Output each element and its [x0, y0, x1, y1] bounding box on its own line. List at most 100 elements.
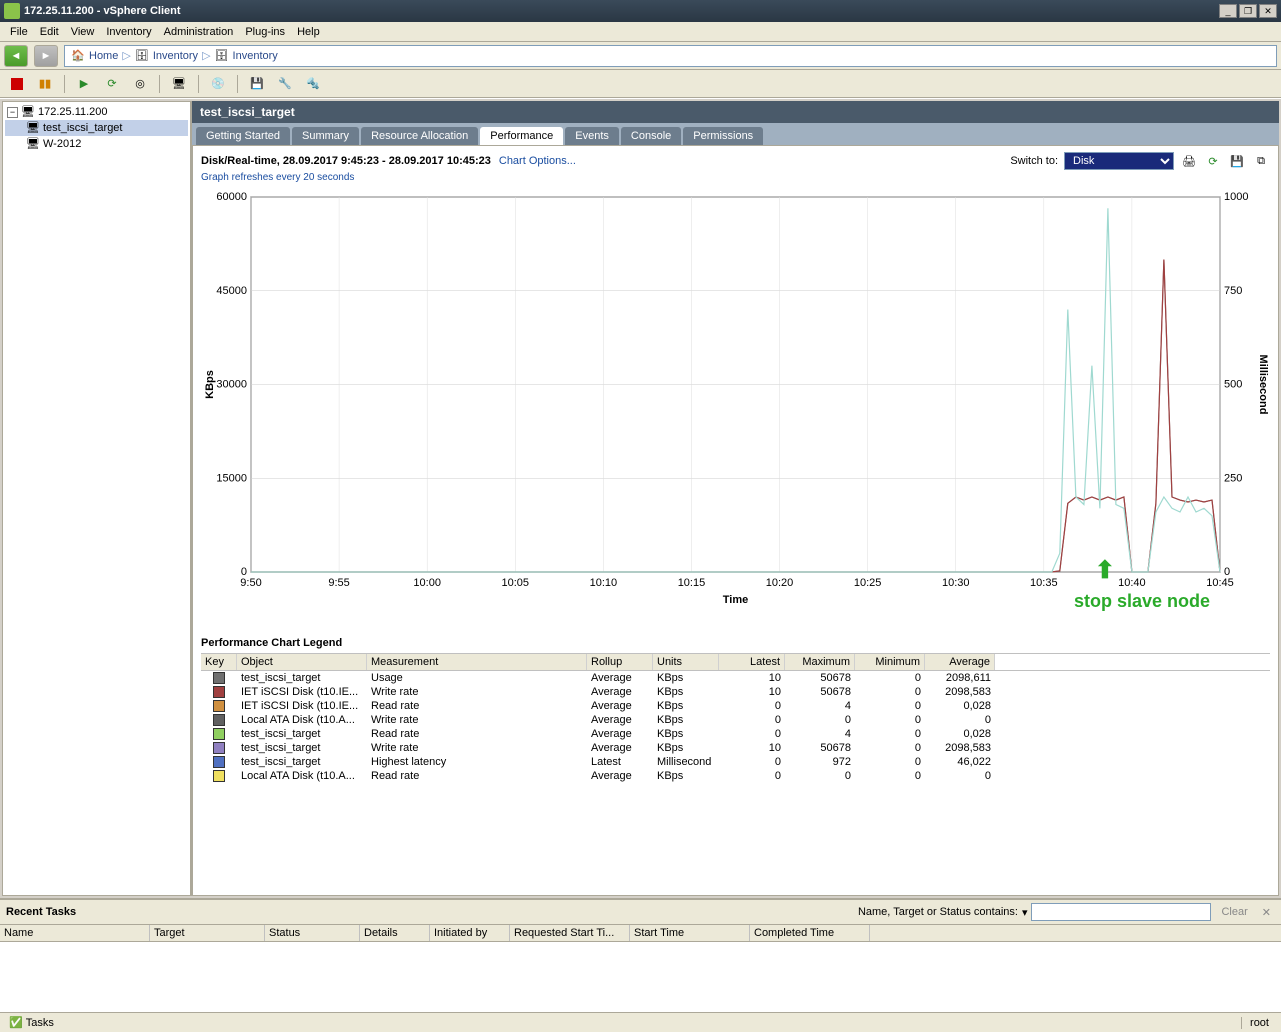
key-swatch: [213, 714, 225, 726]
svg-text:1000: 1000: [1224, 191, 1248, 203]
legend-row[interactable]: Local ATA Disk (t10.A... Write rate Aver…: [201, 713, 1270, 727]
svg-text:10:05: 10:05: [502, 577, 530, 589]
legend-max: 4: [785, 699, 855, 713]
tasks-close-icon[interactable]: ✕: [1258, 906, 1275, 919]
legend-col-units[interactable]: Units: [653, 654, 719, 670]
performance-chart: 015000300004500060000025050075010009:509…: [201, 187, 1270, 607]
tasks-col-name[interactable]: Name: [0, 925, 150, 941]
snapshot-button[interactable]: ◎: [129, 73, 151, 95]
tasks-filter-label: Name, Target or Status contains:: [858, 906, 1018, 918]
tab-events[interactable]: Events: [565, 127, 619, 145]
tools-button[interactable]: 🔧: [274, 73, 296, 95]
tasks-col-details[interactable]: Details: [360, 925, 430, 941]
titlebar: 172.25.11.200 - vSphere Client _ ❐ ✕: [0, 0, 1281, 22]
breadcrumb-inventory-1[interactable]: Inventory: [153, 50, 198, 62]
connect-floppy-button[interactable]: 💾: [246, 73, 268, 95]
legend-row[interactable]: test_iscsi_target Highest latency Latest…: [201, 755, 1270, 769]
tab-summary[interactable]: Summary: [292, 127, 359, 145]
legend-col-minimum[interactable]: Minimum: [855, 654, 925, 670]
tools2-button[interactable]: 🔩: [302, 73, 324, 95]
tab-console[interactable]: Console: [621, 127, 681, 145]
legend-col-measurement[interactable]: Measurement: [367, 654, 587, 670]
legend-measure: Write rate: [367, 741, 587, 755]
tab-permissions[interactable]: Permissions: [683, 127, 763, 145]
menu-view[interactable]: View: [65, 24, 101, 40]
tasks-filter-input[interactable]: [1031, 903, 1211, 921]
legend-row[interactable]: IET iSCSI Disk (t10.IE... Read rate Aver…: [201, 699, 1270, 713]
legend-col-average[interactable]: Average: [925, 654, 995, 670]
refresh-note: Graph refreshes every 20 seconds: [201, 172, 1270, 183]
menu-inventory[interactable]: Inventory: [100, 24, 157, 40]
tab-getting-started[interactable]: Getting Started: [196, 127, 290, 145]
tasks-col-status[interactable]: Status: [265, 925, 360, 941]
pause-button[interactable]: ▮▮: [34, 73, 56, 95]
tree-root-label: 172.25.11.200: [38, 106, 108, 118]
tab-resource-allocation[interactable]: Resource Allocation: [361, 127, 478, 145]
menu-file[interactable]: File: [4, 24, 34, 40]
menu-plugins[interactable]: Plug-ins: [239, 24, 291, 40]
menu-administration[interactable]: Administration: [158, 24, 240, 40]
tree-root[interactable]: − 🖥 172.25.11.200: [5, 104, 188, 120]
legend-row[interactable]: test_iscsi_target Write rate Average KBp…: [201, 741, 1270, 755]
legend-row[interactable]: IET iSCSI Disk (t10.IE... Write rate Ave…: [201, 685, 1270, 699]
legend-col-key[interactable]: Key: [201, 654, 237, 670]
chevron-right-icon: ▷: [122, 49, 130, 62]
menu-help[interactable]: Help: [291, 24, 326, 40]
legend-measure: Write rate: [367, 713, 587, 727]
tree-item-test-iscsi[interactable]: 🖥 test_iscsi_target: [5, 120, 188, 136]
nav-back-button[interactable]: ◄: [4, 45, 28, 67]
legend-title: Performance Chart Legend: [201, 637, 1270, 649]
restore-button[interactable]: ❐: [1239, 4, 1257, 18]
tree-item-w2012[interactable]: 🖥 W-2012: [5, 136, 188, 152]
connect-cd-button[interactable]: 💿: [207, 73, 229, 95]
legend-row[interactable]: test_iscsi_target Usage Average KBps 10 …: [201, 671, 1270, 685]
svg-text:10:15: 10:15: [678, 577, 706, 589]
vm-icon: 🖥: [26, 137, 40, 151]
refresh-icon[interactable]: ⟳: [1204, 152, 1222, 170]
status-tasks-link[interactable]: ✅ Tasks: [4, 1014, 59, 1031]
legend-min: 0: [855, 671, 925, 685]
close-button[interactable]: ✕: [1259, 4, 1277, 18]
legend-col-rollup[interactable]: Rollup: [587, 654, 653, 670]
save-icon[interactable]: 💾: [1228, 152, 1246, 170]
key-swatch: [213, 728, 225, 740]
tasks-col-target[interactable]: Target: [150, 925, 265, 941]
tasks-col-completed[interactable]: Completed Time: [750, 925, 870, 941]
play-button[interactable]: ▶: [73, 73, 95, 95]
legend-row[interactable]: Local ATA Disk (t10.A... Read rate Avera…: [201, 769, 1270, 783]
content-title: test_iscsi_target: [192, 101, 1279, 123]
popout-icon[interactable]: ⧉: [1252, 152, 1270, 170]
menubar: File Edit View Inventory Administration …: [0, 22, 1281, 42]
breadcrumb-home[interactable]: Home: [89, 50, 118, 62]
legend-row[interactable]: test_iscsi_target Read rate Average KBps…: [201, 727, 1270, 741]
svg-text:9:55: 9:55: [328, 577, 349, 589]
refresh-button[interactable]: ⟳: [101, 73, 123, 95]
nav-forward-button[interactable]: ►: [34, 45, 58, 67]
annotation-text: stop slave node: [1074, 591, 1210, 612]
svg-text:250: 250: [1224, 472, 1242, 484]
legend-rollup: Average: [587, 769, 653, 783]
legend-col-object[interactable]: Object: [237, 654, 367, 670]
legend-col-maximum[interactable]: Maximum: [785, 654, 855, 670]
tasks-col-req-start[interactable]: Requested Start Ti...: [510, 925, 630, 941]
dropdown-icon[interactable]: ▾: [1022, 906, 1028, 919]
tab-performance[interactable]: Performance: [480, 127, 563, 145]
chart-options-link[interactable]: Chart Options...: [499, 155, 576, 167]
breadcrumb-inventory-2[interactable]: Inventory: [233, 50, 278, 62]
stop-button[interactable]: [6, 73, 28, 95]
svg-text:10:40: 10:40: [1118, 577, 1146, 589]
tree-collapse-icon[interactable]: −: [7, 107, 18, 118]
menu-edit[interactable]: Edit: [34, 24, 65, 40]
legend-rollup: Average: [587, 699, 653, 713]
recent-tasks-panel: Recent Tasks Name, Target or Status cont…: [0, 898, 1281, 1012]
key-swatch: [213, 686, 225, 698]
print-icon[interactable]: 🖨: [1180, 152, 1198, 170]
minimize-button[interactable]: _: [1219, 4, 1237, 18]
legend-col-latest[interactable]: Latest: [719, 654, 785, 670]
svg-text:10:00: 10:00: [413, 577, 441, 589]
tasks-col-initiated[interactable]: Initiated by: [430, 925, 510, 941]
console-button[interactable]: 🖥: [168, 73, 190, 95]
tasks-clear-button[interactable]: Clear: [1215, 906, 1253, 918]
tasks-col-start[interactable]: Start Time: [630, 925, 750, 941]
switch-to-select[interactable]: Disk: [1064, 152, 1174, 170]
